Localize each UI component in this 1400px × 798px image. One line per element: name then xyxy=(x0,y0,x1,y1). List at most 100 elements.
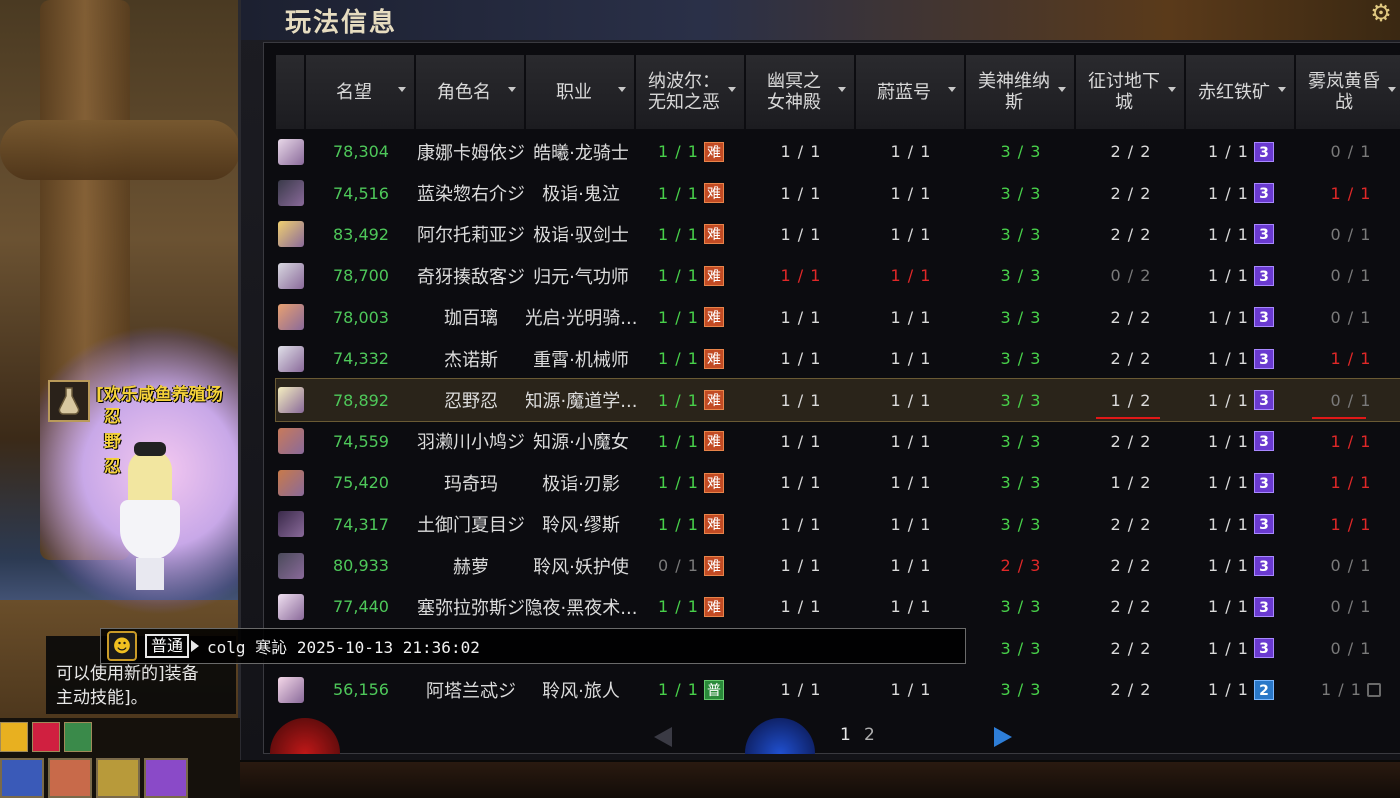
table-row[interactable]: 80,933 赫萝 聆风·妖护使 0 / 1难1 / 11 / 12 / 32 / 2… xyxy=(276,545,1400,586)
hard-difficulty-badge: 难 xyxy=(703,390,724,411)
avatar-cell xyxy=(276,669,306,710)
skill-slot-2[interactable] xyxy=(48,758,92,798)
progress-cell-7: 1 / 1 xyxy=(1296,504,1400,545)
progress-value: 0 / 1 xyxy=(1330,638,1372,658)
chat-bar[interactable]: ☻ 普通 colg 寒訫 2025-10-13 21:36:02 xyxy=(100,628,966,664)
column-header-6[interactable]: 美神维纳 斯 xyxy=(966,55,1076,129)
skill-slot-4[interactable] xyxy=(144,758,188,798)
character-avatar xyxy=(278,469,304,496)
heart-icon[interactable] xyxy=(32,722,60,752)
column-header-2[interactable]: 职业 xyxy=(526,55,636,129)
column-header-0[interactable]: 名望 xyxy=(306,55,416,129)
tier-badge: 3 xyxy=(1253,141,1274,162)
progress-cell-3: 1 / 1 xyxy=(856,504,966,545)
column-header-5[interactable]: 蔚蓝号 xyxy=(856,55,966,129)
job-name: 知源·小魔女 xyxy=(533,432,629,454)
fame-cell: 56,156 xyxy=(306,669,416,710)
progress-value: 1 / 1 xyxy=(658,473,699,493)
progress-value: 1 / 1 xyxy=(780,680,822,700)
progress-cell-5: 2 / 2 xyxy=(1076,545,1186,586)
column-header-label: 美神维纳 斯 xyxy=(978,71,1050,113)
chat-channel[interactable]: 普通 xyxy=(145,634,190,658)
progress-cell-6: 1 / 13 xyxy=(1186,338,1296,379)
table-row[interactable]: 78,304 康娜卡姆依ジ 皓曦·龙骑士 1 / 1难1 / 11 / 13 / 32… xyxy=(276,131,1400,172)
column-header-8[interactable]: 赤红铁矿 xyxy=(1186,55,1296,129)
progress-cell-4: 3 / 3 xyxy=(966,421,1076,462)
progress-value: 0 / 1 xyxy=(1330,556,1372,576)
tier-badge: 3 xyxy=(1253,265,1274,286)
column-header-1[interactable]: 角色名 xyxy=(416,55,526,129)
tree-branch xyxy=(0,120,240,180)
avatar-cell xyxy=(276,504,306,545)
fame-cell: 74,516 xyxy=(306,172,416,213)
table-row[interactable]: 83,492 阿尔托莉亚ジ 极诣·驭剑士 1 / 1难1 / 11 / 13 / 32… xyxy=(276,214,1400,255)
sort-caret-icon[interactable] xyxy=(1168,87,1176,92)
emoji-icon[interactable]: ☻ xyxy=(107,631,137,661)
progress-value: 2 / 2 xyxy=(1110,597,1152,617)
sort-caret-icon[interactable] xyxy=(1388,87,1396,92)
progress-value: 1 / 1 xyxy=(658,390,699,410)
avatar-cell xyxy=(276,214,306,255)
buff-icon[interactable] xyxy=(0,722,28,752)
sort-caret-icon[interactable] xyxy=(398,87,406,92)
sort-caret-icon[interactable] xyxy=(728,87,736,92)
sort-caret-icon[interactable] xyxy=(838,87,846,92)
job-name: 知源·魔道学... xyxy=(526,391,636,413)
column-header-9[interactable]: 雾岚黄昏 战 xyxy=(1296,55,1400,129)
sort-caret-icon[interactable] xyxy=(1058,87,1066,92)
channel-arrow-icon[interactable] xyxy=(191,640,200,652)
progress-value: 1 / 1 xyxy=(658,680,699,700)
table-row[interactable]: 74,559 羽濑川小鸠ジ 知源·小魔女 1 / 1难1 / 11 / 13 / 32… xyxy=(276,421,1400,462)
progress-value: 1 / 1 xyxy=(658,597,699,617)
character-dress xyxy=(120,500,180,560)
fame-value: 77,440 xyxy=(333,597,389,617)
skill-slot-3[interactable] xyxy=(96,758,140,798)
progress-cell-6: 1 / 13 xyxy=(1186,172,1296,213)
progress-value: 1 / 1 xyxy=(658,349,699,369)
sort-caret-icon[interactable] xyxy=(1278,87,1286,92)
progress-cell-6: 1 / 13 xyxy=(1186,131,1296,172)
progress-cell-2: 1 / 1 xyxy=(746,172,856,213)
table-row[interactable]: 74,516 蓝染惣右介ジ 极诣·鬼泣 1 / 1难1 / 11 / 13 / 32 … xyxy=(276,172,1400,213)
hp-orb xyxy=(270,718,340,754)
table-row[interactable]: 78,700 奇犽揍敌客ジ 归元·气功师 1 / 1难1 / 11 / 13 / 30… xyxy=(276,255,1400,296)
tier-badge: 3 xyxy=(1253,638,1274,659)
lock-icon xyxy=(1366,682,1381,697)
table-row[interactable]: 74,332 杰诺斯 重霄·机械师 1 / 1难1 / 11 / 13 / 32 / … xyxy=(276,338,1400,379)
table-row[interactable]: 74,317 土御门夏目ジ 聆风·缪斯 1 / 1难1 / 11 / 13 / 32 … xyxy=(276,504,1400,545)
job-name: 聆风·旅人 xyxy=(542,680,620,702)
progress-cell-2: 1 / 1 xyxy=(746,462,856,503)
column-header-7[interactable]: 征讨地下 城 xyxy=(1076,55,1186,129)
potion-icon xyxy=(48,380,90,422)
table-row[interactable]: 77,440 塞弥拉弥斯ジ 隐夜·黑夜术... 1 / 1难1 / 11 / 13 /… xyxy=(276,586,1400,627)
progress-value: 1 / 1 xyxy=(780,390,822,410)
progress-value: 1 / 1 xyxy=(780,431,822,451)
progress-cell-7: 0 / 1 xyxy=(1296,628,1400,669)
table-row[interactable]: 75,420 玛奇玛 极诣·刃影 1 / 1难1 / 11 / 13 / 31 / 2… xyxy=(276,462,1400,503)
table-row[interactable]: 78,003 珈百璃 光启·光明骑... 1 / 1难1 / 11 / 13 / 32… xyxy=(276,297,1400,338)
table-row[interactable]: 56,156 阿塔兰忒ジ 聆风·旅人 1 / 1普1 / 11 / 13 / 32 /… xyxy=(276,669,1400,710)
progress-cell-7: 1 / 1 xyxy=(1296,172,1400,213)
progress-value: 1 / 1 xyxy=(1330,431,1372,451)
table-row[interactable]: 78,892 忍野忍 知源·魔道学... 1 / 1难1 / 11 / 13 / 31… xyxy=(275,378,1400,422)
progress-cell-3: 1 / 1 xyxy=(856,297,966,338)
sort-caret-icon[interactable] xyxy=(618,87,626,92)
sort-caret-icon[interactable] xyxy=(948,87,956,92)
player-character[interactable] xyxy=(110,442,190,590)
sort-caret-icon[interactable] xyxy=(508,87,516,92)
progress-cell-2: 1 / 1 xyxy=(746,545,856,586)
avatar-cell xyxy=(276,421,306,462)
item-icon[interactable] xyxy=(64,722,92,752)
column-header-3[interactable]: 纳波尔： 无知之恶 xyxy=(636,55,746,129)
skill-slot-1[interactable] xyxy=(0,758,44,798)
fame-value: 83,492 xyxy=(333,224,389,244)
progress-value: 1 / 1 xyxy=(658,431,699,451)
tier-badge: 3 xyxy=(1253,472,1274,493)
character-name: 塞弥拉弥斯ジ xyxy=(417,597,525,619)
gear-icon[interactable]: ⚙ xyxy=(1368,0,1394,26)
tier-badge: 3 xyxy=(1253,183,1274,204)
red-underline-mark xyxy=(1312,417,1366,420)
column-header-4[interactable]: 幽冥之 女神殿 xyxy=(746,55,856,129)
tier-badge: 3 xyxy=(1253,431,1274,452)
progress-value: 0 / 1 xyxy=(1330,224,1372,244)
